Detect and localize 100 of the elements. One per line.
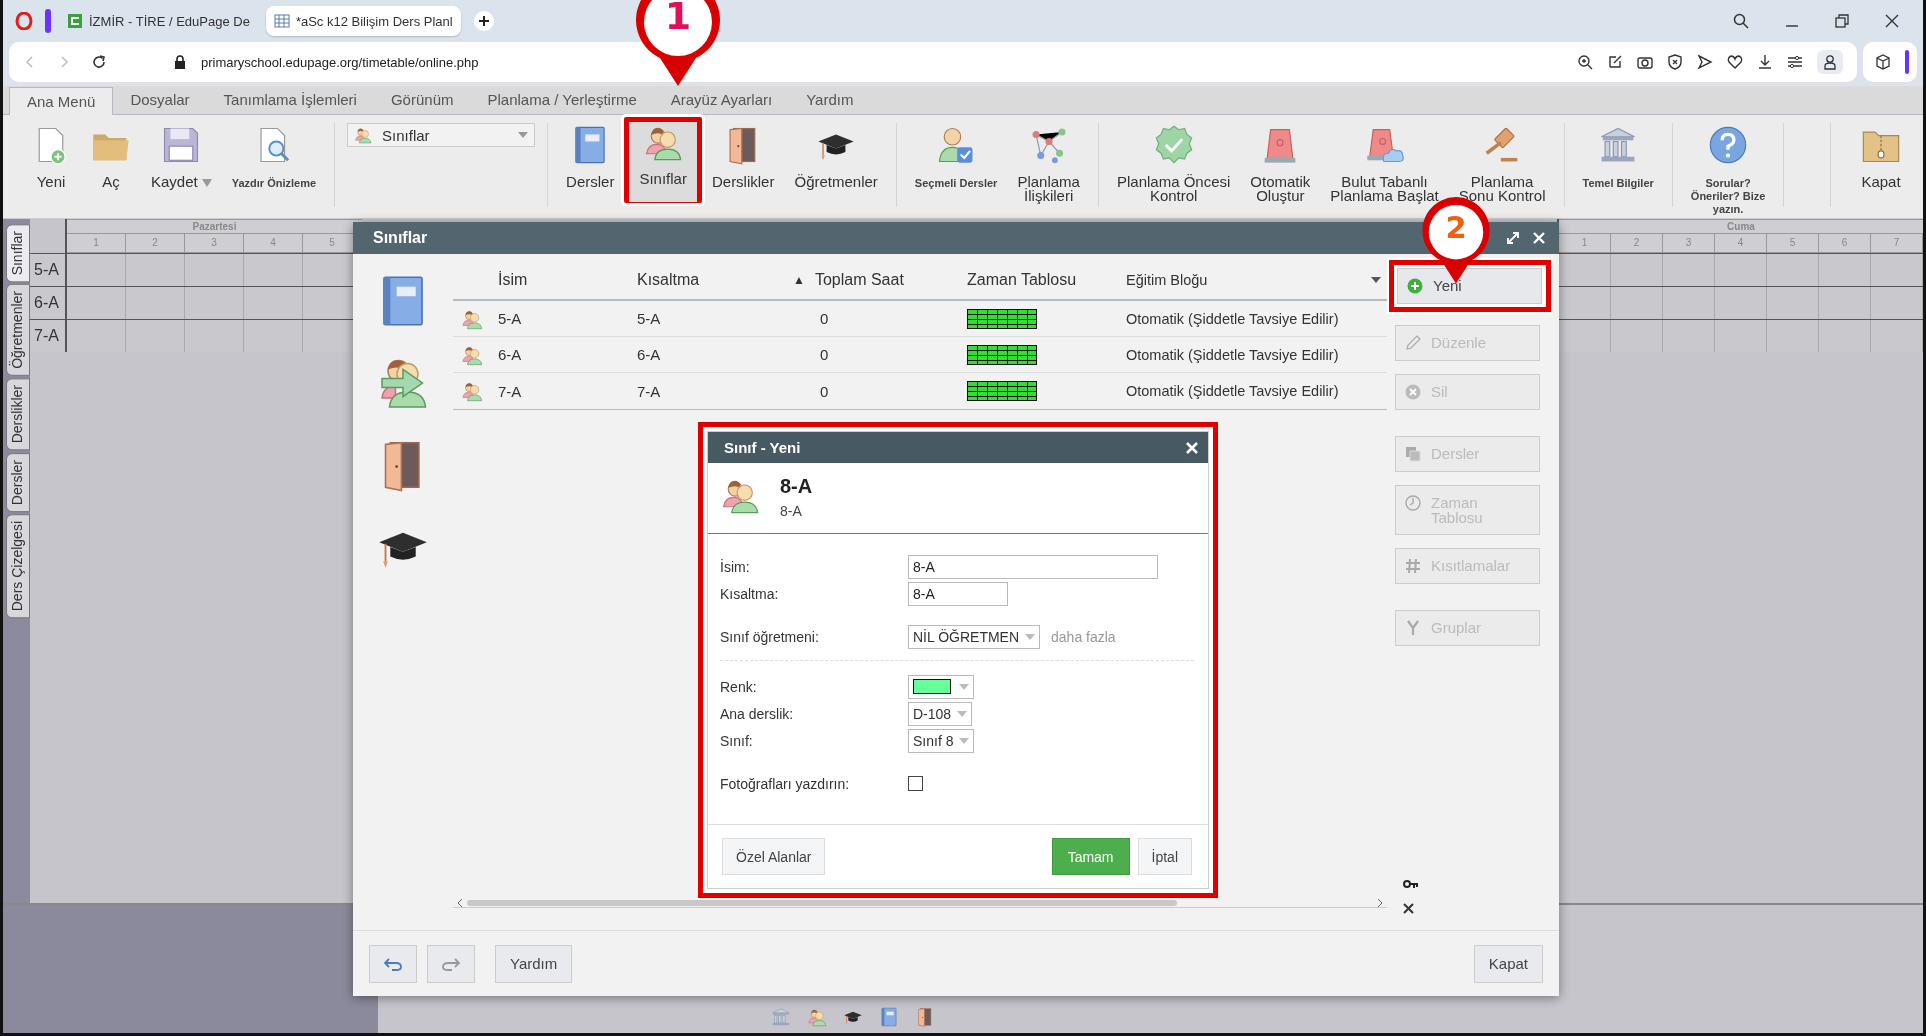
color-picker[interactable] — [908, 674, 974, 699]
toolbar-button[interactable]: Derslikler — [701, 123, 785, 203]
dropdown[interactable]: Sınıf 8 — [908, 728, 975, 753]
browser-logo-icon[interactable] — [15, 12, 33, 30]
key-icon[interactable] — [1403, 879, 1419, 889]
scroll-left-icon[interactable] — [457, 898, 463, 907]
help-icon — [1708, 125, 1749, 165]
field-label: Fotoğrafları yazdırın: — [720, 775, 851, 792]
table-cell: 5-A — [637, 310, 661, 327]
search-icon[interactable] — [1733, 13, 1749, 29]
menu-tab[interactable]: Planlama / Yerleştirme — [470, 86, 654, 114]
toolbar-button[interactable]: Planlama Öncesi Kontrol — [1106, 123, 1241, 203]
column-header[interactable]: Zaman Tablosu — [967, 270, 1077, 289]
checkbox[interactable] — [908, 776, 923, 791]
side-tab[interactable]: Öğretmenler — [6, 284, 30, 377]
page-icon — [67, 13, 83, 29]
undo-icon — [384, 956, 402, 971]
field-label: Sınıf: — [720, 732, 754, 749]
column-header[interactable]: Eğitim Bloğu — [1126, 271, 1208, 288]
class-name: 8-A — [780, 475, 813, 498]
column-header[interactable]: Kısaltma — [637, 270, 700, 289]
sort-indicator[interactable]: ▲ — [793, 272, 805, 287]
browser-tab[interactable]: İZMİR - TİRE / EduPage De — [59, 6, 258, 36]
heart-icon[interactable] — [1727, 54, 1743, 70]
close-button[interactable]: Kapat — [1473, 944, 1543, 983]
menu-tab[interactable]: Arayüz Ayarları — [653, 86, 790, 114]
book-icon[interactable] — [879, 1007, 899, 1027]
menu-tab[interactable]: Görünüm — [373, 86, 471, 114]
toolbar-button[interactable]: Kaydet — [141, 123, 222, 203]
cube-icon[interactable] — [1875, 54, 1891, 70]
field-label: Kısaltma: — [720, 585, 780, 602]
close-icon[interactable] — [1885, 14, 1899, 28]
side-tab[interactable]: Ders Çizelgesi — [6, 513, 30, 618]
side-tab[interactable]: Sınıflar — [6, 224, 30, 283]
help-button[interactable]: Yardım — [495, 944, 573, 983]
sidebar-toggle[interactable] — [45, 9, 51, 33]
settings-icon[interactable] — [1787, 54, 1803, 70]
timetable-thumbnail — [967, 381, 1037, 401]
camera-icon[interactable] — [1637, 54, 1653, 70]
menu-tab[interactable]: Dosyalar — [113, 86, 207, 114]
toolbar-button[interactable]: Yeni — [21, 123, 81, 203]
undo-button[interactable] — [369, 944, 417, 983]
restore-icon[interactable] — [1835, 14, 1849, 28]
door-icon[interactable] — [915, 1007, 935, 1027]
new-tab-icon[interactable] — [472, 10, 495, 32]
dropdown[interactable]: D-108 — [908, 701, 973, 726]
table-cell: 0 — [820, 310, 829, 327]
input-field[interactable]: 8-A — [908, 554, 1158, 579]
zoom-in-icon[interactable] — [1577, 54, 1593, 70]
download-icon[interactable] — [1757, 54, 1773, 70]
toolbar-button[interactable]: Planlama İlişkileri — [1007, 123, 1090, 203]
side-tab[interactable]: Derslikler — [6, 378, 30, 451]
toolbar-button[interactable]: Dersler — [556, 123, 625, 203]
action-button[interactable]: Yeni — [1397, 268, 1542, 304]
field-label: Sınıf öğretmeni: — [720, 628, 820, 645]
input-field[interactable]: 8-A — [908, 581, 1008, 606]
toolbar-button[interactable]: Seçmeli Dersler — [904, 123, 1008, 203]
hash-icon — [1405, 558, 1421, 574]
table-row[interactable]: 6-A 6-A 0 Otomatik (Şiddetle Tavsiye Edilir) — [453, 337, 1387, 373]
menu-tab[interactable]: Ana Menü — [9, 87, 114, 115]
url-text[interactable]: primaryschool.edupage.org/timetable/online.php — [201, 54, 479, 70]
people-icon[interactable] — [807, 1007, 827, 1027]
close-icon[interactable] — [1403, 903, 1414, 914]
shield-icon[interactable] — [1667, 54, 1683, 70]
reload-icon[interactable] — [91, 54, 107, 70]
toolbar-button[interactable]: Kapat — [1851, 123, 1911, 203]
period-header: 1 — [1559, 233, 1611, 253]
side-tab[interactable]: Dersler — [6, 452, 30, 512]
table-row[interactable]: 5-A 5-A 0 Otomatik (Şiddetle Tavsiye Edilir) — [453, 301, 1387, 337]
dialog-button[interactable]: Özel Alanlar — [722, 838, 826, 875]
scroll-right-icon[interactable] — [1377, 898, 1383, 907]
horizontal-scrollbar[interactable] — [453, 898, 1387, 908]
send-icon[interactable] — [1697, 54, 1713, 70]
period-header: 2 — [126, 233, 185, 253]
extension-panel[interactable] — [1863, 42, 1917, 82]
toolbar-button[interactable]: Otomatik Oluştur — [1240, 123, 1321, 203]
toolbar-button[interactable]: Sınıflar — [629, 122, 697, 202]
toolbar-button[interactable]: Sorular? Öneriler? Bize yazın. — [1680, 123, 1776, 216]
column-header[interactable]: Toplam Saat — [814, 270, 904, 289]
toolbar-button[interactable]: Aç — [81, 123, 141, 203]
browser-tab[interactable]: *aSc k12 Bilişim Ders Planl — [265, 6, 461, 36]
table-row[interactable]: 7-A 7-A 0 Otomatik (Şiddetle Tavsiye Edilir) — [453, 373, 1387, 409]
toolbar-button[interactable]: Yazdır Önizleme — [221, 123, 327, 203]
toolbar-button[interactable]: Temel Bilgiler — [1572, 123, 1664, 203]
scrollbar-thumb[interactable] — [467, 899, 1177, 906]
edit-icon[interactable] — [1607, 54, 1623, 70]
clock-icon — [1405, 495, 1421, 511]
caret-icon[interactable] — [1371, 276, 1381, 283]
dropdown[interactable]: NİL ÖĞRETMEN — [908, 624, 1041, 649]
view-dropdown[interactable]: Sınıflar — [347, 123, 536, 147]
field-label: Renk: — [720, 678, 758, 695]
toolbar-button[interactable]: Öğretmenler — [784, 123, 888, 203]
redo-button[interactable] — [427, 944, 475, 983]
dialog-button[interactable]: İptal — [1137, 838, 1192, 875]
delete-icon — [1405, 384, 1421, 400]
menu-tab[interactable]: Tanımlama İşlemleri — [206, 86, 374, 114]
profile-button[interactable] — [1817, 50, 1843, 74]
column-header[interactable]: İsim — [498, 270, 528, 289]
expand-icon[interactable] — [1507, 232, 1519, 244]
menu-tab[interactable]: Yardım — [789, 86, 871, 114]
